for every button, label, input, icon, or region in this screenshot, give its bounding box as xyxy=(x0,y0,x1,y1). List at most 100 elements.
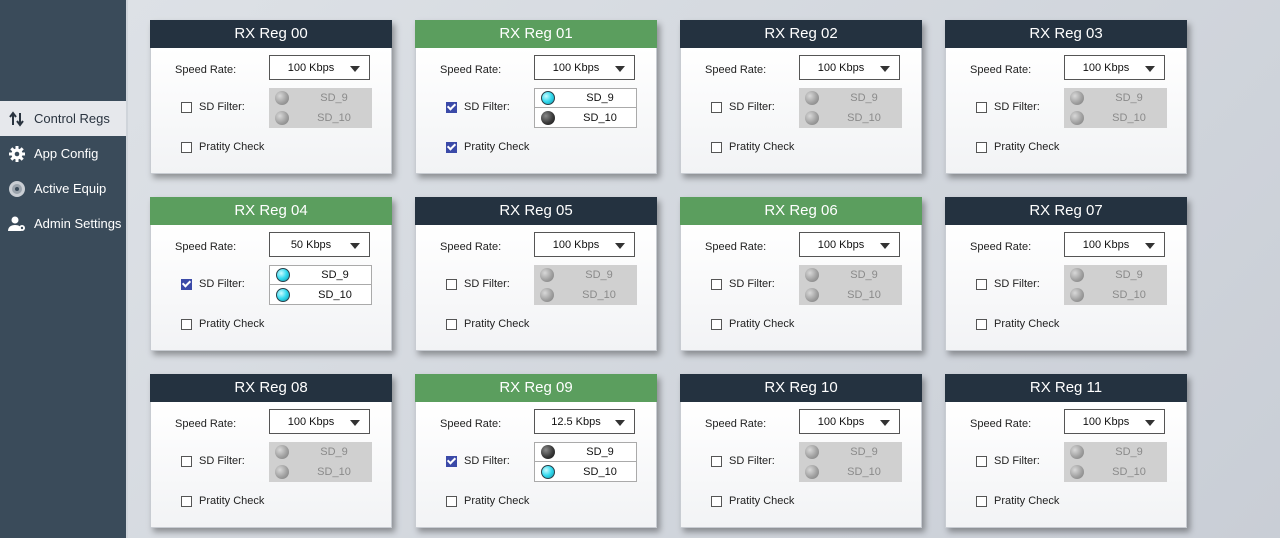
parity-check-label: Pratity Check xyxy=(729,495,795,507)
led-indicator-icon xyxy=(1070,465,1084,479)
speed-rate-value: 100 Kbps xyxy=(1082,239,1130,251)
register-title: RX Reg 07 xyxy=(945,197,1187,225)
speed-rate-label: Speed Rate: xyxy=(970,241,1032,253)
sd-item-label: SD_10 xyxy=(318,288,352,301)
sd-item: SD_10 xyxy=(799,462,902,482)
sd-filter-label: SD Filter: xyxy=(464,278,510,290)
speed-rate-select[interactable]: 100 Kbps xyxy=(1064,232,1165,257)
speed-rate-select[interactable]: 100 Kbps xyxy=(534,55,635,80)
sidebar-item-label: Admin Settings xyxy=(34,216,122,231)
register-card: RX Reg 08 Speed Rate: 100 Kbps SD Filter: SD… xyxy=(150,374,392,528)
sd-filter-checkbox[interactable] xyxy=(976,101,987,113)
sd-item-label: SD_9 xyxy=(320,446,348,458)
parity-check-checkbox[interactable] xyxy=(976,495,987,507)
chevron-down-icon xyxy=(1145,243,1155,249)
chevron-down-icon xyxy=(1145,420,1155,426)
sd-item[interactable]: SD_9 xyxy=(534,442,637,462)
register-body: Speed Rate: 100 Kbps SD Filter: SD_9 SD_10 Pr… xyxy=(150,402,392,528)
led-indicator-icon xyxy=(275,465,289,479)
register-body: Speed Rate: 100 Kbps SD Filter: SD_9 SD_10 Pr… xyxy=(945,48,1187,174)
register-card: RX Reg 06 Speed Rate: 100 Kbps SD Filter: SD… xyxy=(680,197,922,351)
parity-check-checkbox[interactable] xyxy=(711,318,722,330)
speed-rate-select[interactable]: 12.5 Kbps xyxy=(534,409,635,434)
sd-filter-checkbox[interactable] xyxy=(446,101,457,113)
speed-rate-select[interactable]: 100 Kbps xyxy=(269,55,370,80)
sd-item[interactable]: SD_9 xyxy=(534,88,637,108)
led-indicator-icon xyxy=(276,268,290,282)
parity-check-checkbox[interactable] xyxy=(976,318,987,330)
sd-item[interactable]: SD_10 xyxy=(534,462,637,482)
speed-rate-select[interactable]: 100 Kbps xyxy=(799,232,900,257)
sd-filter-row: SD Filter: xyxy=(446,101,510,113)
parity-check-row: Pratity Check xyxy=(976,141,1059,153)
register-card: RX Reg 07 Speed Rate: 100 Kbps SD Filter: SD… xyxy=(945,197,1187,351)
sd-item[interactable]: SD_9 xyxy=(269,265,372,285)
sd-filter-checkbox[interactable] xyxy=(181,455,192,467)
sd-item: SD_10 xyxy=(269,462,372,482)
parity-check-checkbox[interactable] xyxy=(181,495,192,507)
sd-list: SD_9 SD_10 xyxy=(1064,265,1167,305)
sd-filter-checkbox[interactable] xyxy=(711,455,722,467)
sd-item[interactable]: SD_10 xyxy=(534,108,637,128)
parity-check-checkbox[interactable] xyxy=(446,495,457,507)
sd-filter-checkbox[interactable] xyxy=(181,101,192,113)
led-indicator-icon xyxy=(805,91,819,105)
parity-check-row: Pratity Check xyxy=(711,495,794,507)
sidebar-item-active-equip[interactable]: Active Equip xyxy=(0,171,126,206)
sd-filter-checkbox[interactable] xyxy=(181,278,192,290)
led-indicator-icon xyxy=(541,110,555,125)
sidebar-item-control-regs[interactable]: Control Regs xyxy=(0,101,126,136)
parity-check-checkbox[interactable] xyxy=(181,318,192,330)
parity-check-label: Pratity Check xyxy=(729,318,795,330)
chevron-down-icon xyxy=(880,420,890,426)
register-title: RX Reg 09 xyxy=(415,374,657,402)
speed-rate-select[interactable]: 100 Kbps xyxy=(534,232,635,257)
parity-check-checkbox[interactable] xyxy=(446,318,457,330)
parity-check-checkbox[interactable] xyxy=(976,141,987,153)
sd-filter-row: SD Filter: xyxy=(711,455,775,467)
sidebar-item-app-config[interactable]: App Config xyxy=(0,136,126,171)
register-body: Speed Rate: 100 Kbps SD Filter: SD_9 SD_10 Pr… xyxy=(680,48,922,174)
parity-check-row: Pratity Check xyxy=(181,495,264,507)
sd-filter-row: SD Filter: xyxy=(976,455,1040,467)
register-card: RX Reg 04 Speed Rate: 50 Kbps SD Filter: SD_… xyxy=(150,197,392,351)
parity-check-checkbox[interactable] xyxy=(711,141,722,153)
sd-filter-row: SD Filter: xyxy=(976,278,1040,290)
speed-rate-select[interactable]: 100 Kbps xyxy=(269,409,370,434)
sd-filter-row: SD Filter: xyxy=(181,101,245,113)
sd-filter-checkbox[interactable] xyxy=(976,455,987,467)
speed-rate-select[interactable]: 100 Kbps xyxy=(1064,409,1165,434)
register-title: RX Reg 11 xyxy=(945,374,1187,402)
parity-check-checkbox[interactable] xyxy=(446,141,457,153)
sd-item-label: SD_10 xyxy=(1112,289,1146,301)
speed-rate-value: 100 Kbps xyxy=(817,416,865,428)
speed-rate-select[interactable]: 100 Kbps xyxy=(799,55,900,80)
speed-rate-select[interactable]: 100 Kbps xyxy=(799,409,900,434)
sd-filter-checkbox[interactable] xyxy=(711,278,722,290)
sidebar: Control Regs App Config Active Equip Adm… xyxy=(0,0,126,538)
parity-check-checkbox[interactable] xyxy=(181,141,192,153)
speed-rate-select[interactable]: 50 Kbps xyxy=(269,232,370,257)
sd-filter-checkbox[interactable] xyxy=(711,101,722,113)
sd-item: SD_10 xyxy=(799,108,902,128)
parity-check-checkbox[interactable] xyxy=(711,495,722,507)
register-body: Speed Rate: 100 Kbps SD Filter: SD_9 SD_10 Pr… xyxy=(945,402,1187,528)
parity-check-row: Pratity Check xyxy=(446,495,529,507)
sd-filter-checkbox[interactable] xyxy=(446,278,457,290)
led-indicator-icon xyxy=(805,445,819,459)
speed-rate-select[interactable]: 100 Kbps xyxy=(1064,55,1165,80)
sd-filter-checkbox[interactable] xyxy=(976,278,987,290)
sd-item: SD_9 xyxy=(269,442,372,462)
sidebar-item-admin-settings[interactable]: Admin Settings xyxy=(0,206,126,241)
sd-item[interactable]: SD_10 xyxy=(269,285,372,305)
sd-item-label: SD_10 xyxy=(317,112,351,124)
main-panel: RX Reg 00 Speed Rate: 100 Kbps SD Filter: SD… xyxy=(126,0,1280,538)
sd-filter-label: SD Filter: xyxy=(199,101,245,113)
sd-list: SD_9 SD_10 xyxy=(534,265,637,305)
led-indicator-icon xyxy=(1070,268,1084,282)
sidebar-item-label: Control Regs xyxy=(34,111,110,126)
sd-item-label: SD_10 xyxy=(1112,466,1146,478)
sd-item: SD_9 xyxy=(1064,442,1167,462)
sd-filter-checkbox[interactable] xyxy=(446,455,457,467)
sidebar-item-label: App Config xyxy=(34,146,99,161)
